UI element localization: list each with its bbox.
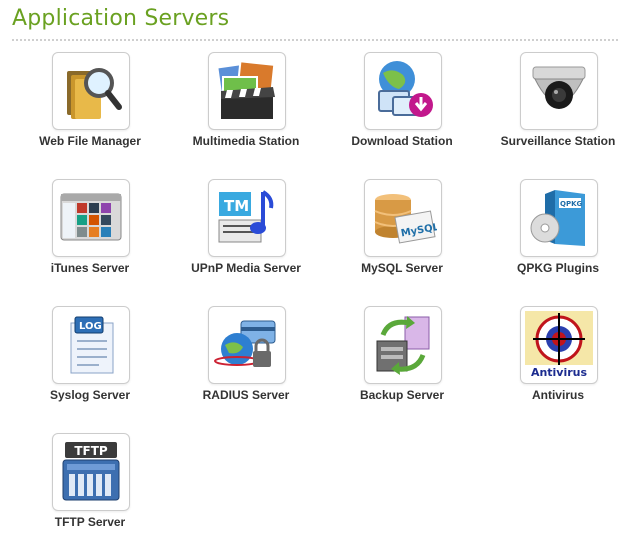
app-download-station[interactable]: Download Station xyxy=(334,52,474,172)
app-label: Surveillance Station xyxy=(500,134,616,148)
app-label: TFTP Server xyxy=(54,515,126,529)
folder-magnifier-icon xyxy=(52,52,130,130)
app-syslog-server[interactable]: LOG Syslog Server xyxy=(22,306,162,426)
clapperboard-photos-icon xyxy=(208,52,286,130)
server-backup-icon xyxy=(364,306,442,384)
app-label: Multimedia Station xyxy=(192,134,300,148)
antivirus-logo-text: Antivirus xyxy=(531,366,588,379)
app-label: Download Station xyxy=(351,134,453,148)
upnp-media-icon: TM xyxy=(208,179,286,257)
svg-text:QPKG: QPKG xyxy=(560,200,583,208)
dome-camera-icon xyxy=(520,52,598,130)
log-document-icon: LOG xyxy=(52,306,130,384)
tftp-logo-text: TFTP xyxy=(74,444,108,458)
app-label: Backup Server xyxy=(359,388,445,402)
app-label: UPnP Media Server xyxy=(191,261,301,275)
app-label: QPKG Plugins xyxy=(516,261,599,275)
app-label: Syslog Server xyxy=(49,388,131,402)
database-mysql-icon: MySQL xyxy=(364,179,442,257)
app-qpkg-plugins[interactable]: QPKG QPKG Plugins xyxy=(490,179,620,299)
app-mysql-server[interactable]: MySQL MySQL Server xyxy=(334,179,474,299)
page-title: Application Servers xyxy=(12,6,230,31)
app-backup-server[interactable]: Backup Server xyxy=(334,306,474,426)
app-label: RADIUS Server xyxy=(202,388,290,402)
app-upnp-media-server[interactable]: TM UPnP Media Server xyxy=(178,179,318,299)
app-label: iTunes Server xyxy=(50,261,130,275)
antivirus-crosshair-icon: Antivirus xyxy=(520,306,598,384)
app-label: Antivirus xyxy=(531,388,584,402)
app-web-file-manager[interactable]: Web File Manager xyxy=(22,52,162,172)
globe-download-icon xyxy=(364,52,442,130)
app-label: MySQL Server xyxy=(361,261,443,275)
app-tftp-server[interactable]: TFTP TFTP Server xyxy=(22,433,162,553)
app-antivirus[interactable]: Antivirus Antivirus xyxy=(490,306,620,426)
app-label: Web File Manager xyxy=(39,134,141,148)
title-divider xyxy=(12,39,618,41)
app-multimedia-station[interactable]: Multimedia Station xyxy=(178,52,318,172)
tftp-server-icon: TFTP xyxy=(52,433,130,511)
app-itunes-server[interactable]: iTunes Server xyxy=(22,179,162,299)
app-surveillance-station[interactable]: Surveillance Station xyxy=(490,52,620,172)
qpkg-box-icon: QPKG xyxy=(520,179,598,257)
app-radius-server[interactable]: RADIUS Server xyxy=(178,306,318,426)
globe-lock-card-icon xyxy=(208,306,286,384)
svg-text:LOG: LOG xyxy=(79,321,102,332)
svg-text:TM: TM xyxy=(224,197,249,215)
itunes-window-icon xyxy=(52,179,130,257)
